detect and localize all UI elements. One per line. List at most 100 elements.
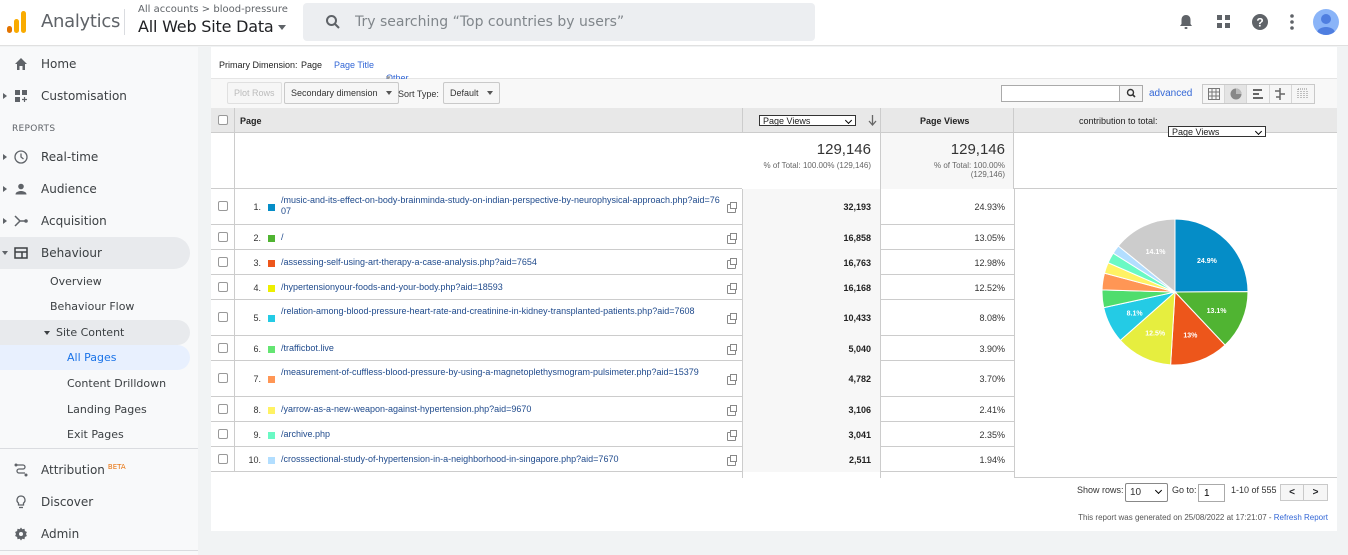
app-title: Analytics <box>41 11 121 32</box>
select-all-checkbox[interactable] <box>218 115 228 125</box>
open-page-external-icon[interactable] <box>727 282 737 294</box>
pie-slice-label: 8.1% <box>1127 310 1144 317</box>
row-checkbox[interactable] <box>218 256 228 267</box>
sidebar-item-exit-pages[interactable]: Exit Pages <box>0 422 190 447</box>
sidebar-item-real-time[interactable]: Real-time <box>0 141 190 173</box>
open-page-external-icon[interactable] <box>727 374 737 385</box>
open-page-external-icon[interactable] <box>727 429 737 441</box>
sidebar-item-home[interactable]: Home <box>0 48 190 80</box>
sidebar-item-admin[interactable]: Admin <box>0 518 190 550</box>
column-header-page-views[interactable]: Page Views <box>920 116 969 126</box>
page-path-link[interactable]: /music-and-its-effect-on-body-brainminda… <box>281 195 723 217</box>
expand-arrow-icon <box>3 186 7 192</box>
pagination-buttons: < > <box>1280 484 1328 501</box>
totals-row: 129,146 % of Total: 100.00% (129,146) 12… <box>211 133 1337 189</box>
dimension-page-title[interactable]: Page Title <box>334 60 374 70</box>
caret-down-icon <box>385 91 392 95</box>
page-views-value: 16,858 <box>843 232 871 243</box>
page-views-value: 3,106 <box>848 404 871 415</box>
account-breadcrumb[interactable]: All accounts > blood-pressure <box>138 4 288 15</box>
page-path-link[interactable]: /hypertensionyour-foods-and-your-body.ph… <box>281 282 723 293</box>
sidebar-item-landing-pages[interactable]: Landing Pages <box>0 397 190 422</box>
open-page-external-icon[interactable] <box>727 202 737 213</box>
row-checkbox[interactable] <box>218 428 228 439</box>
pie-chart: 24.9% 13.1% 13% 12.5% 8.1% 14.1% <box>1101 218 1249 366</box>
sidebar-item-all-pages[interactable]: All Pages <box>0 345 190 370</box>
refresh-report-link[interactable]: Refresh Report <box>1274 513 1328 522</box>
sidebar-item-label: Acquisition <box>41 214 107 228</box>
table-filter-search-button[interactable] <box>1119 86 1142 101</box>
open-page-external-icon[interactable] <box>727 404 737 416</box>
goto-page-input[interactable] <box>1198 484 1225 502</box>
sort-descending-icon[interactable] <box>868 115 877 126</box>
page-path-link[interactable]: /trafficbot.live <box>281 343 723 354</box>
pie-view-button[interactable] <box>1225 85 1248 103</box>
report-panel: Primary Dimension: Page Page Title Other… <box>211 47 1337 531</box>
page-path-link[interactable]: /relation-among-blood-pressure-heart-rat… <box>281 306 723 317</box>
property-selector[interactable]: All Web Site Data <box>138 17 286 36</box>
page-views-value: 10,433 <box>843 313 871 323</box>
account-avatar-icon[interactable] <box>1313 9 1339 35</box>
table-row: 2. / 16,858 13.05% <box>211 225 1014 250</box>
row-index: 5. <box>253 313 261 323</box>
row-checkbox[interactable] <box>218 403 228 414</box>
sidebar-item-attribution[interactable]: Attribution BETA <box>0 454 190 486</box>
page-path-link[interactable]: /assessing-self-using-art-therapy-a-case… <box>281 257 723 268</box>
analytics-logo[interactable] <box>6 9 28 33</box>
sidebar-item-overview[interactable]: Overview <box>0 269 190 294</box>
global-search[interactable] <box>303 3 815 41</box>
row-checkbox[interactable] <box>218 281 228 292</box>
acquisition-icon <box>14 215 28 227</box>
metric-select[interactable]: Page Views <box>759 115 856 126</box>
row-checkbox[interactable] <box>218 453 228 464</box>
view-switcher <box>1202 84 1315 104</box>
pivot-view-button[interactable] <box>1292 85 1314 103</box>
performance-view-button[interactable] <box>1247 85 1270 103</box>
open-page-external-icon[interactable] <box>727 257 737 269</box>
page-path-link[interactable]: /archive.php <box>281 429 723 440</box>
sort-type-dropdown[interactable]: Default <box>443 82 500 104</box>
row-checkbox[interactable] <box>218 231 228 242</box>
sidebar-item-site-content[interactable]: Site Content <box>0 320 190 345</box>
show-rows-select[interactable]: 10 <box>1125 483 1168 502</box>
advanced-filter-link[interactable]: advanced <box>1149 88 1192 99</box>
global-search-input[interactable] <box>355 11 775 33</box>
dimension-page-active[interactable]: Page <box>301 60 322 70</box>
row-checkbox[interactable] <box>218 201 228 211</box>
help-icon[interactable]: ? <box>1250 12 1270 32</box>
sidebar-item-content-drilldown[interactable]: Content Drilldown <box>0 371 190 396</box>
open-page-external-icon[interactable] <box>727 313 737 324</box>
page-path-link[interactable]: /crosssectional-study-of-hypertension-in… <box>281 454 723 465</box>
apps-grid-icon[interactable] <box>1214 12 1234 32</box>
open-page-external-icon[interactable] <box>727 454 737 466</box>
table-view-button[interactable] <box>1203 85 1226 103</box>
secondary-dimension-dropdown[interactable]: Secondary dimension <box>284 82 399 104</box>
page-path-link[interactable]: / <box>281 232 723 243</box>
open-page-external-icon[interactable] <box>727 343 737 355</box>
pivot-icon <box>1297 88 1308 99</box>
lightbulb-icon <box>16 495 26 509</box>
prev-page-button[interactable]: < <box>1281 485 1305 500</box>
row-checkbox[interactable] <box>218 342 228 353</box>
next-page-button[interactable]: > <box>1304 485 1327 500</box>
metric-select-value: Page Views <box>763 115 811 126</box>
more-vert-icon[interactable] <box>1282 12 1302 32</box>
bell-icon[interactable] <box>1176 12 1196 32</box>
sidebar-item-behaviour-flow[interactable]: Behaviour Flow <box>0 294 190 319</box>
page-path-link[interactable]: /yarrow-as-a-new-weapon-against-hyperten… <box>281 404 723 415</box>
column-header-page[interactable]: Page <box>240 116 262 126</box>
sidebar-item-discover[interactable]: Discover <box>0 486 190 518</box>
row-checkbox[interactable] <box>218 312 228 322</box>
row-checkbox[interactable] <box>218 373 228 383</box>
sidebar-item-audience[interactable]: Audience <box>0 173 190 205</box>
comparison-view-button[interactable] <box>1270 85 1292 103</box>
sidebar-item-behaviour[interactable]: Behaviour <box>0 237 190 269</box>
plot-rows-button[interactable]: Plot Rows <box>227 82 282 104</box>
pie-slice[interactable] <box>1174 218 1249 293</box>
open-page-external-icon[interactable] <box>727 232 737 244</box>
sidebar-item-acquisition[interactable]: Acquisition <box>0 205 190 237</box>
home-icon <box>15 58 27 70</box>
sidebar-item-customisation[interactable]: Customisation <box>0 80 190 112</box>
table-filter-input[interactable] <box>1002 86 1119 101</box>
page-path-link[interactable]: /measurement-of-cuffless-blood-pressure-… <box>281 367 723 378</box>
